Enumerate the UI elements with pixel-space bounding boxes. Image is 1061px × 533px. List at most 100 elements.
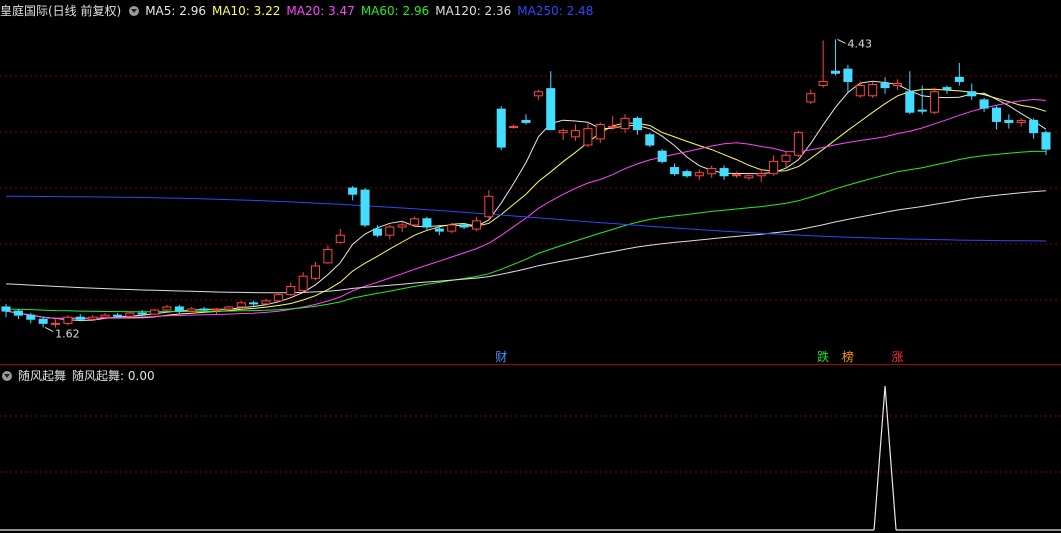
- indicator-spike: [873, 385, 897, 531]
- high-price-label: 4.43: [848, 37, 873, 50]
- candle-down: [434, 228, 444, 232]
- indicator-panel: [0, 385, 1061, 531]
- candle-up: [744, 175, 754, 179]
- high-pointer: [837, 38, 846, 44]
- candle-down: [632, 117, 642, 131]
- indicator-header: 随风起舞 随风起舞: 0.00: [0, 367, 161, 385]
- candle-down: [967, 91, 977, 97]
- candle-up: [273, 294, 283, 302]
- ma60-label: MA60: 2.96: [360, 4, 430, 18]
- candle-down: [459, 224, 469, 228]
- candle-up: [51, 322, 61, 325]
- candle-down: [360, 189, 370, 226]
- candle-down: [905, 91, 915, 113]
- candle-down: [75, 316, 85, 320]
- candle-up: [410, 218, 420, 226]
- candle-down: [546, 88, 556, 131]
- ma120-label: MA120: 2.36: [435, 4, 512, 18]
- ma250-label: MA250: 2.48: [517, 4, 594, 18]
- candle-up: [100, 314, 110, 318]
- candle-up: [533, 91, 543, 97]
- candle-up: [892, 83, 902, 87]
- candle-down: [719, 168, 729, 177]
- stock-chart: 4.43 1.62: [0, 37, 1061, 531]
- event-tag[interactable]: 财: [494, 350, 508, 364]
- candle-up: [335, 234, 345, 243]
- candle-down: [348, 187, 358, 195]
- ma60-line: [5, 150, 1046, 313]
- candle-down: [831, 70, 841, 74]
- candle-down: [422, 218, 432, 228]
- ma120-line: [5, 190, 1047, 294]
- candle-down: [496, 108, 506, 148]
- event-tag[interactable]: 涨: [890, 350, 904, 364]
- low-pointer: [44, 327, 54, 332]
- candle-down: [13, 310, 23, 316]
- candle-up: [731, 174, 742, 177]
- candle-up: [855, 85, 865, 97]
- candle-down: [991, 107, 1002, 122]
- candle-down: [137, 312, 147, 315]
- candle-up: [756, 173, 766, 177]
- candle-down: [954, 76, 964, 82]
- candle-up: [162, 306, 172, 311]
- candle-down: [112, 314, 122, 317]
- candle-down: [843, 68, 853, 82]
- candle-up: [769, 160, 779, 175]
- candle-up: [63, 316, 73, 324]
- candle-up: [187, 308, 197, 312]
- candle-up: [150, 309, 160, 315]
- candle-up: [571, 130, 581, 138]
- candle-down: [1029, 119, 1039, 134]
- candle-up: [558, 130, 568, 134]
- candle-up: [781, 154, 791, 162]
- candle-down: [521, 119, 531, 123]
- candle-up: [608, 126, 618, 129]
- candle-down: [199, 308, 209, 311]
- candle-up: [88, 316, 98, 320]
- indicator-menu-icon[interactable]: [2, 370, 12, 381]
- candle-up: [286, 285, 296, 296]
- candle-down: [942, 87, 952, 91]
- candle-up: [930, 91, 940, 113]
- main-chart-header: 皇庭国际(日线 前复权) MA5: 2.96 MA10: 3.22 MA20: 3.4…: [0, 2, 599, 20]
- price-annotations: 4.43 1.62: [44, 37, 873, 340]
- candle-down: [174, 306, 184, 312]
- ma10-label: MA10: 3.22: [211, 4, 281, 18]
- candle-up: [385, 226, 395, 236]
- candle-up: [211, 308, 221, 311]
- ma5-label: MA5: 2.96: [145, 4, 206, 18]
- candle-down: [1, 306, 11, 312]
- candle-up: [868, 84, 878, 97]
- candle-up: [509, 126, 519, 129]
- event-tag[interactable]: 跌: [816, 350, 830, 364]
- indicator-menu-icon[interactable]: [129, 5, 140, 16]
- price-grid: [0, 75, 1061, 473]
- candle-up: [620, 117, 630, 130]
- candle-up: [806, 93, 816, 103]
- candle-up: [397, 224, 407, 228]
- candle-up: [261, 300, 271, 305]
- candle-down: [1041, 132, 1051, 150]
- candle-down: [979, 99, 989, 109]
- candle-up: [471, 220, 482, 230]
- indicator-title: 随风起舞: [18, 369, 67, 383]
- candle-down: [657, 150, 667, 162]
- low-price-label: 1.62: [55, 327, 79, 340]
- candle-up: [484, 195, 494, 218]
- candle-down: [645, 134, 655, 146]
- candle-up: [583, 128, 593, 146]
- candle-up: [818, 80, 828, 87]
- candle-down: [917, 109, 927, 112]
- indicator-value: 随风起舞: 0.00: [72, 369, 155, 383]
- candle-up: [447, 224, 457, 232]
- candle-down: [38, 318, 48, 324]
- candle-up: [323, 249, 333, 264]
- candle-down: [372, 228, 382, 236]
- candle-down: [880, 83, 890, 89]
- ma20-label: MA20: 3.47: [286, 4, 355, 18]
- candle-up: [595, 124, 605, 140]
- candle-up: [311, 265, 321, 279]
- candlesticks: [1, 39, 1051, 328]
- event-tag[interactable]: 榜: [841, 350, 855, 364]
